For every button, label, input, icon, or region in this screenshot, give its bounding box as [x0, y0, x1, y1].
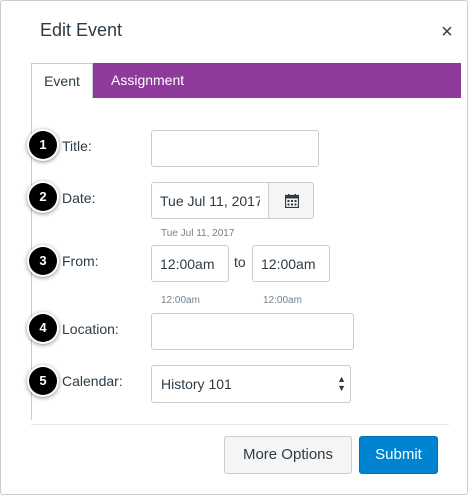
from-label: From: [62, 253, 99, 269]
date-hint: Tue Jul 11, 2017 [161, 228, 235, 239]
footer-divider [31, 424, 449, 425]
title-label: Title: [62, 138, 92, 154]
step-badge-5: 5 [29, 367, 57, 395]
end-time-input[interactable] [252, 245, 330, 282]
tab-bar: Event Assignment [31, 63, 461, 99]
calendar-icon [285, 194, 299, 208]
calendar-selected-value: History 101 [161, 376, 232, 392]
date-input[interactable] [151, 182, 269, 219]
step-badge-2: 2 [29, 183, 57, 211]
arrow-down-icon: ▼ [337, 383, 346, 393]
end-time-hint: 12:00am [263, 295, 302, 306]
dialog-title: Edit Event [40, 20, 123, 40]
dialog-header: Edit Event × [1, 1, 467, 63]
step-badge-4: 4 [29, 314, 57, 342]
edit-event-dialog: Edit Event × Event Assignment 1 Title: 2… [0, 0, 468, 495]
date-picker-button[interactable] [268, 182, 314, 219]
select-arrows-icon: ▲ ▼ [337, 375, 346, 393]
location-input[interactable] [151, 313, 354, 350]
close-icon[interactable]: × [438, 22, 456, 42]
submit-button[interactable]: Submit [359, 436, 438, 474]
time-separator: to [234, 254, 246, 270]
step-badge-3: 3 [29, 247, 57, 275]
start-time-input[interactable] [151, 245, 229, 282]
tab-event[interactable]: Event [31, 63, 93, 99]
location-label: Location: [62, 321, 119, 337]
calendar-label: Calendar: [62, 373, 123, 389]
start-time-hint: 12:00am [161, 295, 200, 306]
more-options-button[interactable]: More Options [224, 436, 352, 474]
title-input[interactable] [151, 130, 319, 167]
date-label: Date: [62, 190, 96, 206]
step-badge-1: 1 [29, 131, 57, 159]
calendar-select[interactable]: History 101 ▲ ▼ [151, 365, 351, 403]
tab-assignment[interactable]: Assignment [111, 63, 184, 98]
